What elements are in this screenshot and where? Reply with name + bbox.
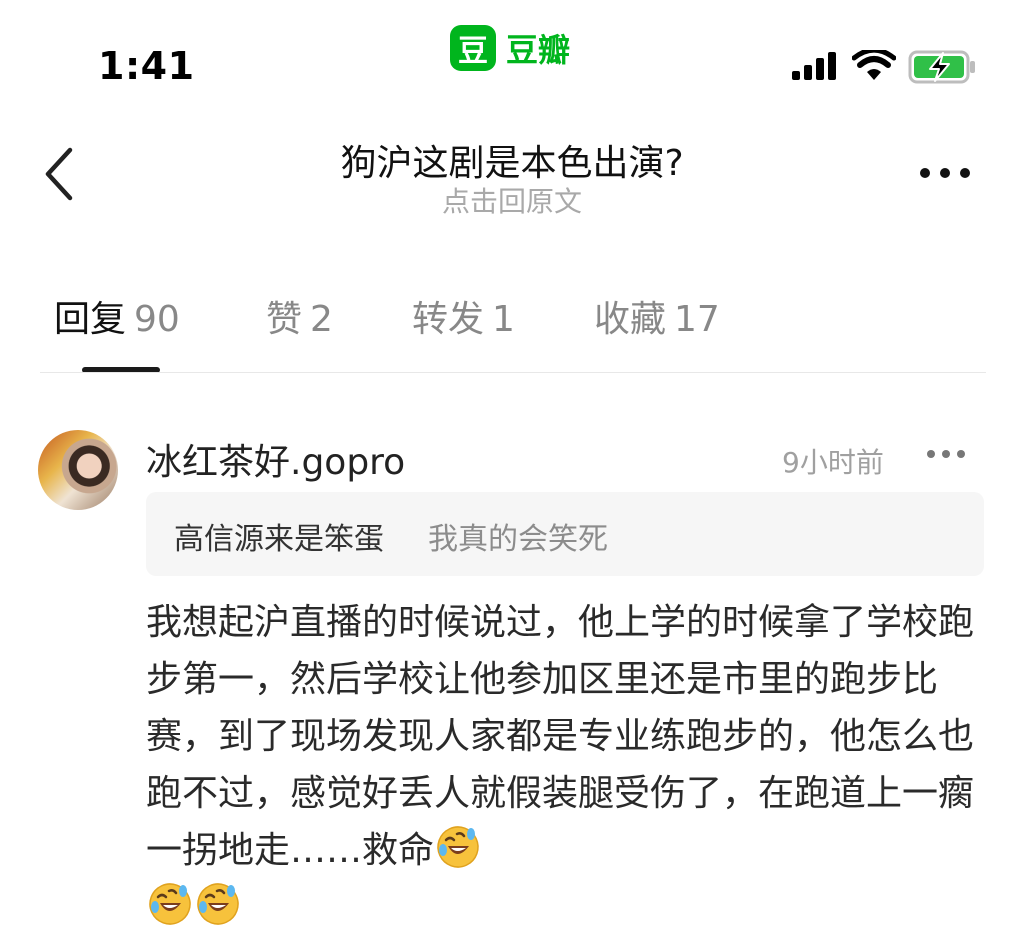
rofl-emoji-icon — [437, 826, 479, 868]
tab-label: 回复 — [54, 299, 127, 340]
tab-count: 2 — [310, 299, 333, 340]
tab-label: 赞 — [266, 299, 303, 340]
signal-icon — [792, 52, 836, 80]
interaction-tabs: 回复 90 赞2 转发 1 收藏 17 — [0, 290, 1024, 350]
comment-more-icon[interactable] — [925, 446, 967, 462]
comment-timestamp: 9小时前 — [782, 446, 884, 479]
back-button[interactable] — [40, 144, 80, 204]
avatar[interactable] — [38, 430, 118, 510]
quoted-reply[interactable]: 高信源来是笨蛋 我真的会笑死 — [146, 492, 984, 576]
quoted-author: 高信源来是笨蛋 — [174, 522, 384, 557]
app-badge: 豆 豆瓣 — [450, 25, 570, 71]
view-original-link[interactable]: 点击回原文 — [312, 180, 712, 220]
tab-collections[interactable]: 收藏 17 — [594, 290, 720, 342]
tab-label: 转发 — [412, 299, 485, 340]
rofl-emoji-icon — [149, 883, 191, 925]
more-options-button[interactable] — [910, 158, 980, 188]
divider — [40, 372, 986, 373]
status-time: 1:41 — [98, 44, 195, 88]
tab-replies[interactable]: 回复 90 — [54, 290, 180, 342]
tab-reshares[interactable]: 转发 1 — [412, 290, 515, 342]
tab-likes[interactable]: 赞2 — [266, 290, 333, 342]
comment-username[interactable]: 冰红茶好.gopro — [146, 433, 405, 485]
tab-count: 90 — [134, 299, 180, 340]
tab-count: 1 — [492, 299, 515, 340]
battery-charging-icon — [908, 50, 975, 84]
page-title: 狗沪这剧是本色出演? — [340, 143, 684, 184]
quoted-text: 我真的会笑死 — [428, 522, 608, 557]
app-name: 豆瓣 — [506, 31, 571, 69]
rofl-emoji-icon — [197, 883, 239, 925]
douban-logo-icon: 豆 — [450, 25, 496, 71]
wifi-icon — [852, 50, 896, 80]
comment-body: 我想起沪直播的时候说过，他上学的时候拿了学校跑步第一，然后学校让他参加区里还是市… — [146, 594, 976, 936]
tab-label: 收藏 — [594, 299, 667, 340]
tab-count: 17 — [674, 299, 720, 340]
comment-text: 我想起沪直播的时候说过，他上学的时候拿了学校跑步第一，然后学校让他参加区里还是市… — [146, 602, 975, 871]
